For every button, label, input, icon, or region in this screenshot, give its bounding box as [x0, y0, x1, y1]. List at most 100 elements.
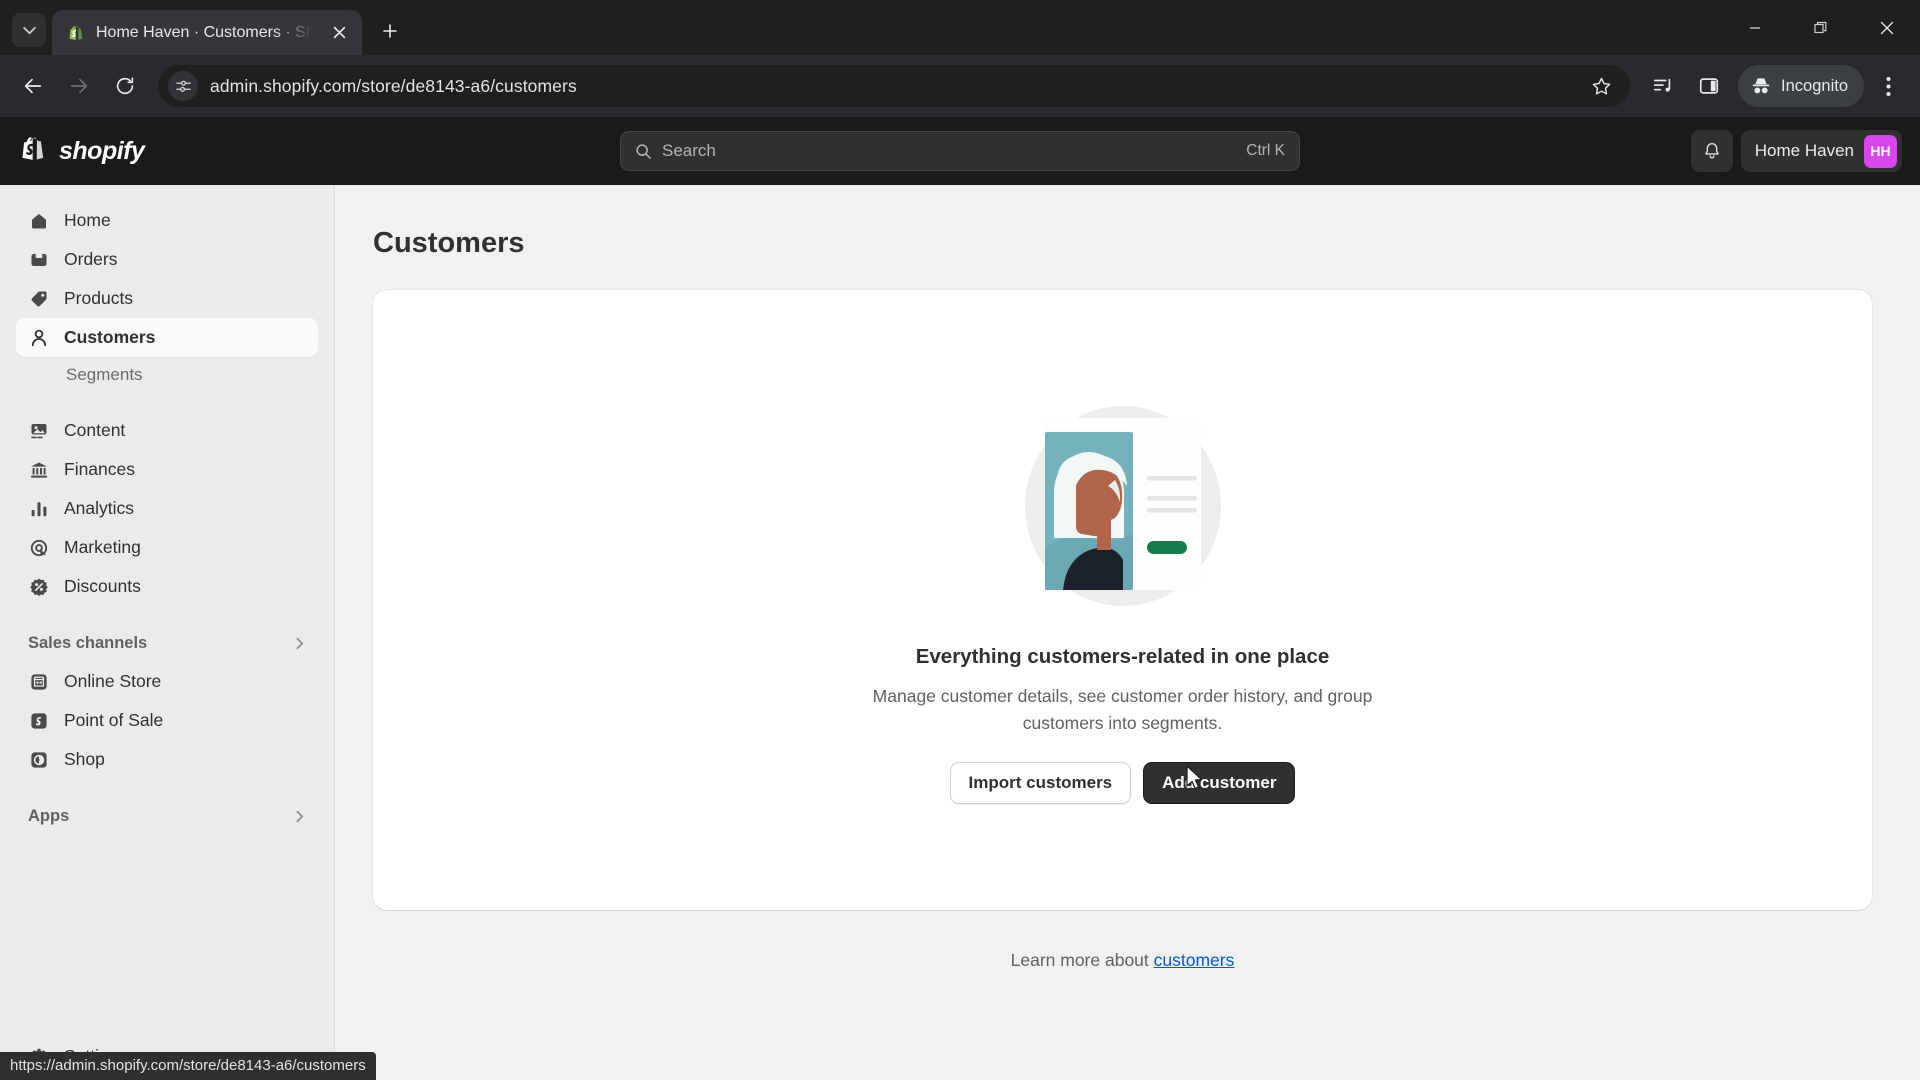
site-settings-icon[interactable] — [168, 71, 198, 101]
sidebar-item-orders[interactable]: Orders — [16, 240, 318, 279]
sidebar-group-label: Apps — [28, 806, 70, 825]
incognito-label: Incognito — [1781, 76, 1848, 95]
search-icon — [635, 143, 652, 160]
tab-search-button[interactable] — [12, 13, 46, 47]
sidebar-divider-space-2 — [0, 606, 334, 624]
import-customers-button[interactable]: Import customers — [949, 761, 1132, 804]
forward-icon[interactable] — [58, 65, 100, 107]
sidebar-item-label: Content — [64, 420, 126, 440]
learn-more: Learn more about customers — [373, 950, 1872, 971]
sidebar-item-discounts[interactable]: Discounts — [16, 567, 318, 606]
finances-bank-icon — [28, 459, 50, 481]
sidebar-item-finances[interactable]: Finances — [16, 450, 318, 489]
add-customer-button[interactable]: Add customer — [1143, 761, 1296, 804]
back-icon[interactable] — [12, 65, 54, 107]
page-title: Customers — [373, 227, 525, 259]
sidebar: Home Orders Products Customers Segments … — [0, 185, 376, 1080]
sidebar-divider-space-3 — [0, 779, 334, 797]
empty-state-title: Everything customers-related in one plac… — [915, 645, 1330, 669]
customer-profile-card-illustration — [993, 396, 1253, 611]
bookmark-star-icon[interactable] — [1582, 67, 1620, 105]
sidebar-item-label: Finances — [64, 459, 136, 479]
sidebar-item-label: Analytics — [64, 498, 135, 518]
minimize-button[interactable] — [1722, 0, 1788, 55]
browser-window: Home Haven · Customers · Sho admin.shopi… — [0, 0, 1920, 1080]
search-shortcut: Ctrl K — [1246, 142, 1285, 159]
avatar: HH — [1864, 134, 1897, 168]
sidebar-group-label: Sales channels — [28, 633, 148, 652]
sidebar-item-label: Marketing — [64, 537, 141, 557]
customers-person-icon — [28, 327, 50, 349]
sidebar-item-segments[interactable]: Segments — [16, 357, 318, 393]
empty-state-card: Everything customers-related in one plac… — [373, 290, 1872, 910]
tab-close-icon[interactable] — [327, 20, 352, 46]
sidebar-item-label: Discounts — [64, 576, 141, 596]
chevron-right-icon[interactable] — [293, 810, 306, 823]
content-image-icon — [28, 420, 50, 442]
main-content: Customers Everything customers-related i… — [335, 185, 1920, 1080]
sidebar-item-content[interactable]: Content — [16, 411, 318, 450]
address-bar[interactable]: admin.shopify.com/store/de8143-a6/custom… — [158, 65, 1631, 107]
shopify-bag-icon — [22, 137, 44, 160]
app-body: Home Orders Products Customers Segments … — [0, 185, 1920, 1080]
products-tag-icon — [28, 288, 50, 310]
browser-tab[interactable]: Home Haven · Customers · Sho — [52, 10, 362, 55]
browser-menu-icon[interactable] — [1868, 65, 1908, 107]
browser-status-url: https://admin.shopify.com/store/de8143-a… — [0, 1052, 376, 1080]
shopify-favicon — [66, 23, 86, 43]
topbar-right: Home Haven HH — [1690, 130, 1920, 172]
add-customer-label: Add customer — [1162, 772, 1277, 792]
side-panel-icon[interactable] — [1688, 65, 1730, 107]
shopify-topbar: shopify Search Ctrl K Home Haven HH — [0, 117, 1920, 185]
sidebar-item-shop[interactable]: Shop — [16, 740, 318, 779]
sidebar-divider-space — [0, 393, 334, 411]
learn-more-prefix: Learn more about — [1010, 950, 1154, 970]
media-control-icon[interactable] — [1642, 65, 1684, 107]
sidebar-subitem-label: Segments — [66, 365, 143, 384]
store-account-button[interactable]: Home Haven HH — [1740, 130, 1902, 172]
restore-button[interactable] — [1788, 0, 1854, 55]
sidebar-item-label: Point of Sale — [64, 710, 164, 730]
close-button[interactable] — [1854, 0, 1920, 55]
sidebar-item-customers[interactable]: Customers — [16, 318, 318, 357]
window-controls — [1722, 0, 1920, 55]
page-viewport: shopify Search Ctrl K Home Haven HH Home… — [0, 117, 1920, 1080]
learn-more-link[interactable]: customers — [1154, 950, 1235, 970]
search-placeholder: Search — [662, 141, 716, 160]
online-store-icon — [28, 671, 50, 693]
sidebar-item-point-of-sale[interactable]: Point of Sale — [16, 701, 318, 740]
tab-strip: Home Haven · Customers · Sho — [0, 0, 1920, 55]
incognito-icon — [1750, 75, 1772, 97]
sidebar-group-sales-channels[interactable]: Sales channels — [16, 624, 318, 662]
orders-inbox-icon — [28, 249, 50, 271]
store-name: Home Haven — [1754, 141, 1854, 160]
sidebar-item-home[interactable]: Home — [16, 201, 318, 240]
marketing-target-icon — [28, 537, 50, 559]
sidebar-item-label: Home — [64, 210, 111, 230]
reload-icon[interactable] — [104, 65, 146, 107]
sidebar-item-label: Shop — [64, 749, 105, 769]
sidebar-item-online-store[interactable]: Online Store — [16, 662, 318, 701]
sidebar-group-apps[interactable]: Apps — [16, 797, 318, 835]
sidebar-item-label: Online Store — [64, 671, 162, 691]
sidebar-item-marketing[interactable]: Marketing — [16, 528, 318, 567]
notifications-button[interactable] — [1690, 130, 1733, 172]
discounts-percent-icon — [28, 576, 50, 598]
home-icon — [28, 210, 50, 232]
sidebar-item-label: Products — [64, 288, 134, 308]
new-tab-button[interactable] — [372, 13, 408, 49]
tab-title: Home Haven · Customers · Sho — [96, 23, 317, 41]
incognito-indicator[interactable]: Incognito — [1738, 65, 1864, 107]
chevron-right-icon[interactable] — [293, 637, 306, 650]
shopify-logo[interactable]: shopify — [0, 134, 145, 168]
sidebar-item-analytics[interactable]: Analytics — [16, 489, 318, 528]
sidebar-item-products[interactable]: Products — [16, 279, 318, 318]
global-search-wrapper: Search Ctrl K — [620, 131, 1300, 171]
sidebar-item-label: Orders — [64, 249, 118, 269]
sidebar-item-label: Customers — [64, 327, 156, 347]
empty-state-subtitle: Manage customer details, see customer or… — [872, 686, 1373, 733]
url-text: admin.shopify.com/store/de8143-a6/custom… — [210, 75, 577, 96]
shop-icon — [28, 749, 50, 771]
search-input[interactable]: Search Ctrl K — [620, 131, 1300, 171]
analytics-bars-icon — [28, 498, 50, 520]
